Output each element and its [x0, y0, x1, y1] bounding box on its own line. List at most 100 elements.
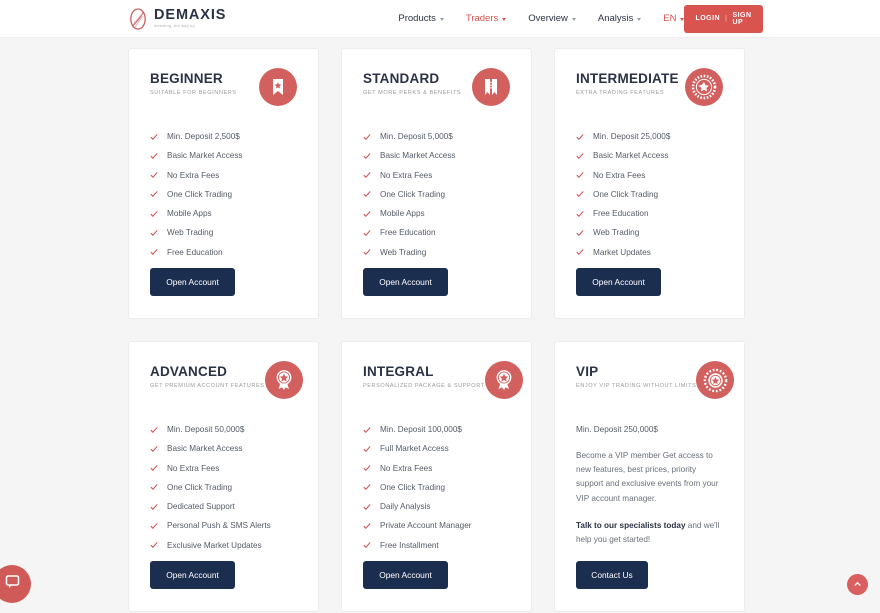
check-icon: [363, 210, 371, 217]
feature-label: Min. Deposit 50,000$: [167, 425, 245, 434]
auth-button-group[interactable]: LOGIN | SIGN UP: [684, 4, 763, 33]
feature-item: Daily Analysis: [363, 502, 510, 512]
chat-bubble-icon: [4, 573, 21, 595]
check-icon: [150, 503, 158, 510]
feature-item: Basic Market Access: [576, 151, 723, 161]
nav-item-analysis[interactable]: Analysis: [598, 13, 642, 24]
feature-item: No Extra Fees: [363, 171, 510, 181]
chevron-down-icon: [502, 18, 507, 21]
double-ribbon-icon: [472, 68, 510, 106]
feature-item: Min. Deposit 5,000$: [363, 132, 510, 142]
plan-feature-list: Min. Deposit 50,000$ Basic Market Access…: [150, 425, 297, 560]
card-header: ADVANCED GET PREMIUM ACCOUNT FEATURES: [150, 361, 303, 399]
plan-card-beginner: BEGINNER SUITABLE FOR BEGINNERS Min. Dep…: [128, 48, 319, 319]
feature-label: Free Installment: [380, 540, 439, 550]
nav-item-traders[interactable]: Traders: [465, 13, 507, 24]
brand-logo[interactable]: DEMAXIS investing, the way up: [128, 8, 226, 30]
nav-label: Traders: [465, 13, 499, 24]
feature-label: Basic Market Access: [593, 151, 669, 161]
feature-item: Dedicated Support: [150, 502, 297, 512]
check-icon: [363, 191, 371, 198]
feature-item: Free Education: [576, 209, 723, 219]
chat-widget-button[interactable]: [0, 565, 31, 603]
nav-item-overview[interactable]: Overview: [528, 13, 576, 24]
check-icon: [363, 542, 371, 549]
main-nav: Products Traders Overview Analysis EN: [398, 13, 685, 24]
feature-label: Dedicated Support: [167, 502, 235, 512]
open-account-button[interactable]: Open Account: [363, 268, 448, 296]
login-button[interactable]: LOGIN: [695, 15, 720, 22]
feature-item: Exclusive Market Updates: [150, 541, 297, 551]
feature-label: Free Education: [167, 247, 223, 257]
feature-item: Free Education: [363, 228, 510, 238]
plan-subtitle: PERSONALIZED PACKAGE & SUPPORT: [363, 383, 485, 389]
feature-item: No Extra Fees: [363, 464, 510, 474]
check-icon: [363, 523, 371, 529]
check-icon: [150, 230, 158, 236]
open-account-button[interactable]: Open Account: [150, 268, 235, 296]
brand-tagline: investing, the way up: [154, 24, 195, 28]
feature-label: Web Trading: [380, 247, 427, 257]
feature-label: No Extra Fees: [593, 170, 646, 180]
check-icon: [150, 542, 158, 549]
check-icon: [363, 503, 371, 510]
card-header: STANDARD GET MORE PERKS & BENEFITS: [363, 68, 510, 106]
scroll-to-top-button[interactable]: [847, 574, 868, 595]
check-icon: [363, 172, 371, 179]
check-icon: [363, 465, 371, 472]
nav-item-products[interactable]: Products: [398, 13, 444, 24]
feature-item: Market Updates: [576, 248, 723, 258]
feature-item: Min. Deposit 25,000$: [576, 132, 723, 142]
contact-us-button[interactable]: Contact Us: [576, 561, 648, 589]
chevron-down-icon: [571, 18, 576, 21]
check-icon: [150, 249, 158, 256]
plan-title: STANDARD: [363, 71, 440, 86]
check-icon: [576, 172, 584, 179]
feature-item: No Extra Fees: [150, 464, 297, 474]
signup-button[interactable]: SIGN UP: [732, 12, 751, 26]
brand-name: DEMAXIS: [154, 7, 227, 23]
plan-subtitle: EXTRA TRADING FEATURES: [576, 90, 665, 96]
feature-item: Free Installment: [363, 541, 510, 551]
feature-label: One Click Trading: [380, 482, 446, 492]
check-icon: [363, 230, 371, 236]
vip-medal-icon: [696, 361, 735, 399]
plan-subtitle: GET MORE PERKS & BENEFITS: [363, 90, 462, 96]
feature-item: Basic Market Access: [363, 151, 510, 161]
check-icon: [150, 152, 158, 159]
feature-label: Mobile Apps: [167, 209, 212, 219]
check-icon: [150, 210, 158, 217]
feature-label: Daily Analysis: [380, 502, 431, 512]
check-icon: [576, 210, 584, 217]
feature-label: Basic Market Access: [380, 151, 456, 161]
feature-label: One Click Trading: [380, 189, 446, 199]
plan-card-intermediate: INTERMEDIATE EXTRA TRADING FEATURES Min.…: [554, 48, 745, 319]
open-account-button[interactable]: Open Account: [150, 561, 235, 589]
feature-label: One Click Trading: [167, 189, 233, 199]
vip-deposit: Min. Deposit 250,000$: [576, 425, 658, 434]
feature-label: Basic Market Access: [167, 151, 243, 161]
check-icon: [576, 191, 584, 198]
open-account-button[interactable]: Open Account: [576, 268, 661, 296]
open-account-button[interactable]: Open Account: [363, 561, 448, 589]
feature-item: One Click Trading: [150, 483, 297, 493]
card-header: INTERMEDIATE EXTRA TRADING FEATURES: [576, 68, 723, 106]
check-icon: [150, 484, 158, 491]
feature-label: Min. Deposit 2,500$: [167, 132, 240, 141]
feature-label: Free Education: [593, 209, 649, 219]
plan-card-advanced: ADVANCED GET PREMIUM ACCOUNT FEATURES Mi…: [128, 341, 319, 612]
check-icon: [576, 133, 584, 140]
feature-label: Min. Deposit 25,000$: [593, 132, 671, 141]
check-icon: [363, 445, 371, 452]
award-rosette-icon: [484, 361, 523, 399]
check-icon: [150, 523, 158, 529]
feature-item: One Click Trading: [363, 190, 510, 200]
feature-label: No Extra Fees: [167, 170, 220, 180]
feature-label: Personal Push & SMS Alerts: [167, 521, 271, 531]
site-header: DEMAXIS investing, the way up Products T…: [0, 0, 880, 38]
feature-label: Exclusive Market Updates: [167, 540, 262, 550]
nav-item-language[interactable]: EN: [663, 13, 685, 24]
check-icon: [363, 152, 371, 159]
feature-item: Mobile Apps: [363, 209, 510, 219]
plan-feature-list: Min. Deposit 25,000$ Basic Market Access…: [576, 132, 723, 267]
